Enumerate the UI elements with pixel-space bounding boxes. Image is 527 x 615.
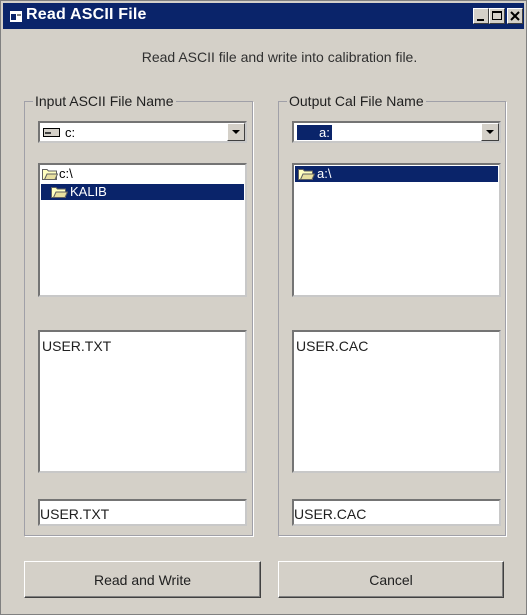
file-item[interactable]: USER.TXT: [42, 338, 111, 354]
window-title: Read ASCII File: [26, 6, 147, 23]
folder-open-icon: [298, 169, 315, 180]
close-icon: [510, 11, 520, 21]
output-drive-dropdown-button[interactable]: [481, 123, 499, 141]
maximize-icon: [492, 11, 502, 20]
folder-open-icon: [51, 187, 68, 198]
output-drive-value: a:: [297, 125, 332, 140]
folder-label: c:\: [59, 166, 73, 181]
input-folder-list[interactable]: c:\ KALIB: [38, 163, 247, 297]
output-drive-combo[interactable]: a:: [292, 121, 501, 143]
input-group-label: Input ASCII File Name: [33, 93, 176, 109]
output-file-list[interactable]: USER.CAC: [292, 330, 501, 473]
close-button[interactable]: [507, 8, 523, 24]
folder-item[interactable]: c:\: [41, 166, 73, 182]
input-file-list[interactable]: USER.TXT: [38, 330, 247, 473]
maximize-button[interactable]: [489, 8, 505, 24]
input-filename-field[interactable]: [38, 499, 247, 526]
chevron-down-icon: [232, 130, 240, 134]
output-folder-list[interactable]: a:\: [292, 163, 501, 297]
description-text: Read ASCII file and write into calibrati…: [141, 49, 418, 65]
window-app-icon: [10, 11, 22, 22]
minimize-icon: [477, 19, 484, 21]
input-file-group: Input ASCII File Name c: c:\ KALIB USER.…: [24, 93, 253, 536]
read-ascii-file-window: Read ASCII File Read ASCII file and writ…: [0, 0, 527, 615]
output-filename-input[interactable]: [294, 501, 499, 524]
title-bar[interactable]: Read ASCII File: [3, 3, 524, 29]
input-filename-input[interactable]: [40, 501, 245, 524]
folder-item-selected[interactable]: a:\: [295, 166, 498, 182]
output-file-group: Output Cal File Name a: a:\ USER.CAC: [278, 93, 506, 536]
folder-open-icon: [42, 169, 58, 180]
folder-label: KALIB: [70, 184, 107, 199]
file-item[interactable]: USER.CAC: [296, 338, 368, 354]
read-and-write-button[interactable]: Read and Write: [24, 561, 261, 598]
output-filename-field[interactable]: [292, 499, 501, 526]
folder-item-selected[interactable]: KALIB: [41, 184, 244, 200]
chevron-down-icon: [486, 130, 494, 134]
cancel-button[interactable]: Cancel: [278, 561, 504, 598]
minimize-button[interactable]: [473, 8, 489, 24]
input-drive-value: c:: [65, 125, 76, 140]
input-drive-combo[interactable]: c:: [38, 121, 247, 143]
folder-label: a:\: [317, 166, 332, 181]
input-drive-dropdown-button[interactable]: [227, 123, 245, 141]
output-group-label: Output Cal File Name: [287, 93, 426, 109]
